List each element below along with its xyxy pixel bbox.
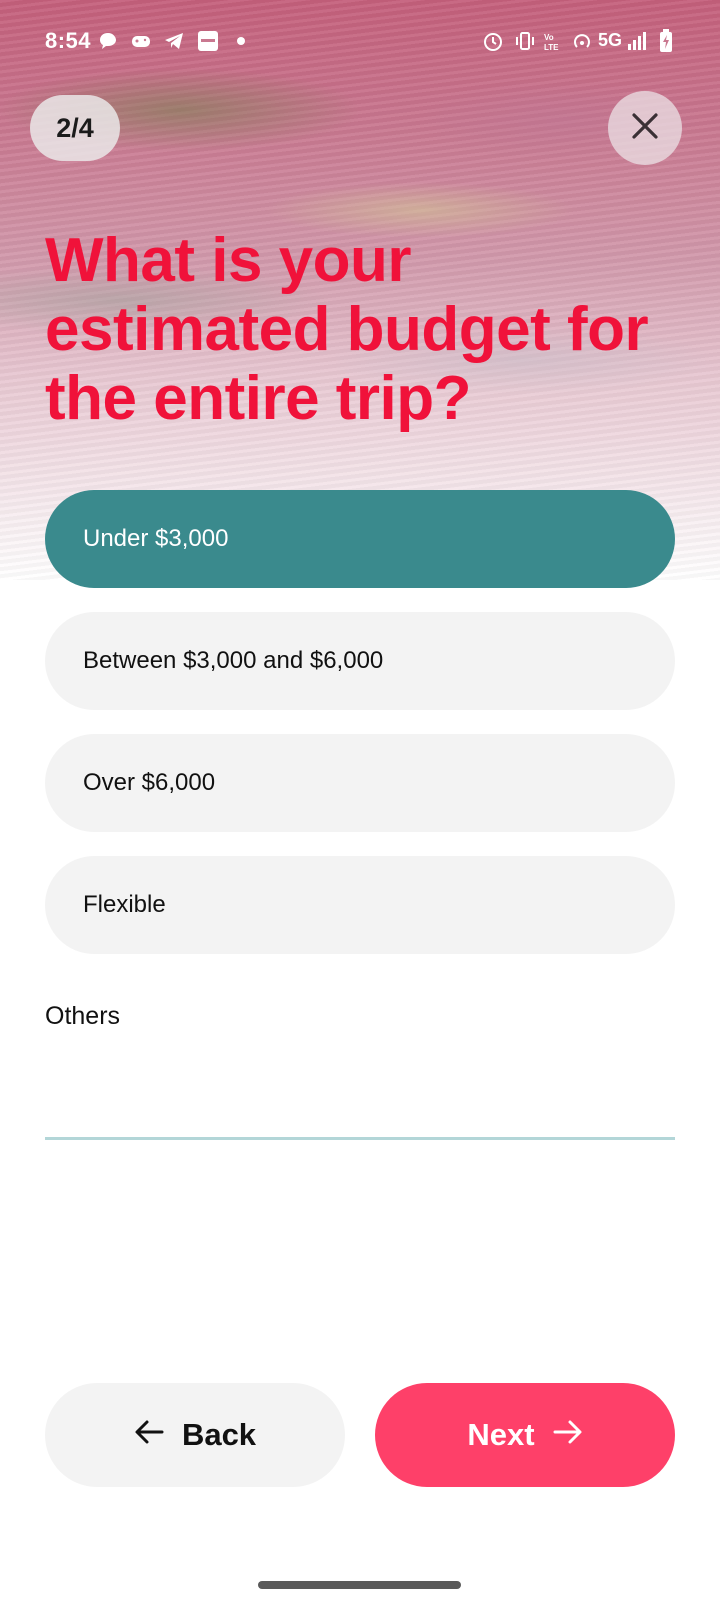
battery-charging-icon: [655, 29, 677, 52]
svg-text:LTE: LTE: [544, 43, 559, 52]
paytm-icon: [197, 30, 219, 52]
others-input[interactable]: [45, 1060, 675, 1140]
option-label: Flexible: [83, 891, 166, 918]
signal-icon: [626, 30, 648, 52]
option-under-3000[interactable]: Under $3,000: [45, 490, 675, 588]
back-label: Back: [181, 1417, 257, 1452]
option-label: Between $3,000 and $6,000: [83, 647, 384, 674]
vibrate-icon: [514, 30, 536, 52]
status-time: 8:54: [45, 28, 92, 53]
home-indicator[interactable]: [258, 1581, 461, 1589]
option-between-3000-6000[interactable]: Between $3,000 and $6,000: [45, 612, 675, 710]
network-type: 5G: [598, 30, 623, 50]
others-label: Others: [45, 1002, 121, 1030]
chat-bubble-icon: [97, 30, 119, 52]
game-controller-icon: [130, 30, 152, 52]
arrow-right-icon: [553, 1417, 583, 1453]
arrow-left-icon: [134, 1417, 164, 1453]
option-label: Under $3,000: [83, 525, 229, 552]
close-icon: [630, 111, 660, 146]
close-button[interactable]: [608, 91, 682, 165]
svg-text:Vo: Vo: [544, 33, 554, 42]
next-button[interactable]: Next: [375, 1383, 675, 1487]
back-button[interactable]: Back: [45, 1383, 345, 1487]
telegram-icon: [163, 30, 185, 52]
option-flexible[interactable]: Flexible: [45, 856, 675, 954]
option-over-6000[interactable]: Over $6,000: [45, 734, 675, 832]
volte-icon: Vo LTE: [543, 30, 565, 52]
next-label: Next: [467, 1417, 535, 1452]
status-bar: 8:54 Vo LTE 5G: [0, 0, 720, 84]
alarm-icon: [482, 30, 504, 52]
option-label: Over $6,000: [83, 769, 216, 796]
question-title: What is your estimated budget for the en…: [45, 226, 649, 433]
dot-icon: [230, 30, 252, 52]
hotspot-icon: [571, 30, 593, 52]
progress-indicator: 2/4: [30, 95, 120, 161]
